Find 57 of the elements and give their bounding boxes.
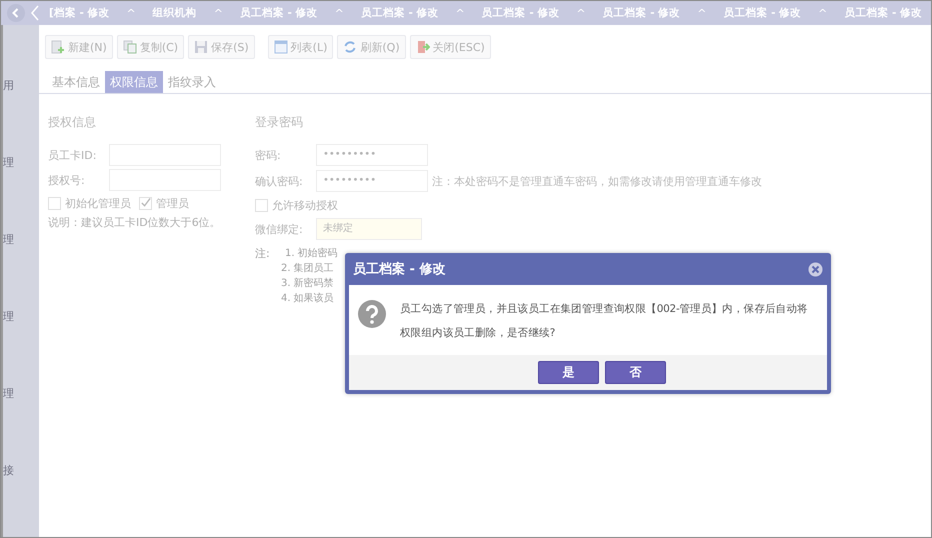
note-line: 2. 集团员工 xyxy=(281,262,335,276)
sidebar-item[interactable]: 理 xyxy=(3,310,14,324)
section-title: 授权信息 xyxy=(48,114,97,130)
new-document-icon xyxy=(51,40,65,54)
tab-marker[interactable]: ^ xyxy=(202,6,234,20)
tab-marker[interactable]: ^ xyxy=(686,6,718,20)
password-field[interactable]: ••••••••• xyxy=(316,144,428,166)
section-tab[interactable]: 基本信息 xyxy=(47,71,105,93)
sidebar-item[interactable]: 理 xyxy=(3,387,14,401)
section-tab[interactable]: 指纹录入 xyxy=(163,71,221,93)
dialog-button[interactable]: 否 xyxy=(605,361,666,384)
section-title: 登录密码 xyxy=(255,114,304,130)
checkbox-label: 管理员 xyxy=(156,196,189,210)
dialog-message: 员工勾选了管理员，并且该员工在集团管理查询权限【002-管理员】内，保存后自动将权限组内该员工删除，是否继续? xyxy=(400,302,809,341)
checkbox[interactable] xyxy=(48,196,61,210)
tab-marker[interactable]: ^ xyxy=(444,6,476,20)
dialog-title: 员工档案 - 修改 xyxy=(353,260,446,278)
sidebar-item[interactable]: 用 xyxy=(3,79,14,93)
window-icon xyxy=(274,40,288,54)
refresh-icon xyxy=(343,40,358,54)
hint-text: 说明：建议员工卡ID位数大于6位。 xyxy=(48,215,222,230)
back-icon[interactable] xyxy=(7,4,25,22)
refresh-button[interactable]: 刷新(Q) xyxy=(337,35,406,59)
checkbox-label: 允许移动授权 xyxy=(272,198,338,212)
dialog-button[interactable]: 是 xyxy=(538,361,599,384)
copy-button[interactable]: 复制(C) xyxy=(116,35,184,59)
section-tab[interactable]: 权限信息 xyxy=(105,71,163,93)
checkbox[interactable] xyxy=(255,198,268,212)
password-field[interactable]: ••••••••• xyxy=(316,170,428,192)
chevron-left-icon[interactable] xyxy=(31,5,39,21)
field-label: 授权号: xyxy=(48,172,86,188)
tab-marker[interactable]: ^ xyxy=(565,6,597,20)
tab-marker[interactable]: ^ xyxy=(115,6,147,20)
copy-icon xyxy=(122,40,137,54)
field-label: 密码: xyxy=(255,148,282,162)
question-icon xyxy=(358,300,386,328)
note-line: 1. 初始密码 xyxy=(285,246,338,261)
sidebar-item[interactable]: 接 xyxy=(3,464,14,478)
exit-door-icon xyxy=(416,40,430,54)
field-label: 微信绑定: xyxy=(255,222,304,236)
checkbox[interactable] xyxy=(139,196,152,210)
new-button[interactable]: 新建(N) xyxy=(45,35,113,59)
sidebar-item[interactable]: 理 xyxy=(3,233,14,247)
close-icon[interactable] xyxy=(808,262,823,276)
field-label: 员工卡ID: xyxy=(48,148,98,162)
list-button[interactable]: 列表(L) xyxy=(268,35,334,59)
sidebar-item[interactable]: 理 xyxy=(3,156,14,170)
checkbox-label: 初始化管理员 xyxy=(65,196,131,210)
field-label: 确认密码: xyxy=(255,174,304,188)
save-button[interactable]: 保存(S) xyxy=(188,35,255,59)
note-text: 注：本处密码不是管理直通车密码，如需修改请使用管理直通车修改 xyxy=(432,174,762,188)
wechat-field: 未绑定 xyxy=(316,218,422,240)
note-line: 4. 如果该员 xyxy=(281,292,335,306)
note-line: 3. 新密码禁 xyxy=(281,276,335,291)
close-button[interactable]: 关闭(ESC) xyxy=(410,35,491,59)
tab-marker[interactable]: ^ xyxy=(807,6,838,20)
tab-marker[interactable]: ^ xyxy=(324,6,355,20)
